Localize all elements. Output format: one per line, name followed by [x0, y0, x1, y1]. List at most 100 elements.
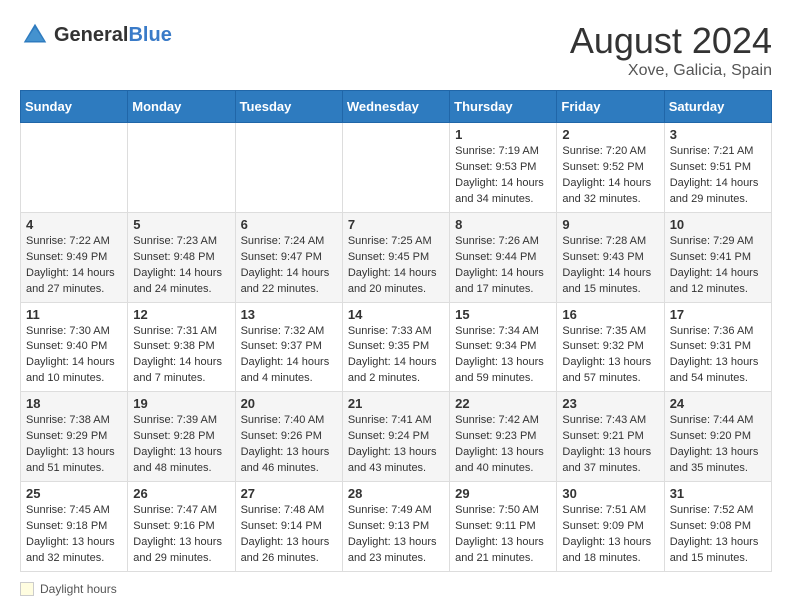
logo-general: General — [54, 24, 128, 46]
calendar-day-header: Thursday — [450, 91, 557, 123]
day-info: Sunrise: 7:52 AM Sunset: 9:08 PM Dayligh… — [670, 503, 766, 567]
day-number: 7 — [348, 217, 444, 232]
page-header: GeneralBlue August 2024 Xove, Galicia, S… — [20, 20, 772, 80]
day-info: Sunrise: 7:36 AM Sunset: 9:31 PM Dayligh… — [670, 324, 766, 388]
day-info: Sunrise: 7:35 AM Sunset: 9:32 PM Dayligh… — [562, 324, 658, 388]
calendar-day-cell: 4 Sunrise: 7:22 AM Sunset: 9:49 PM Daylig… — [21, 212, 128, 302]
day-info: Sunrise: 7:40 AM Sunset: 9:26 PM Dayligh… — [241, 413, 337, 477]
calendar-day-header: Tuesday — [235, 91, 342, 123]
calendar-day-cell: 19 Sunrise: 7:39 AM Sunset: 9:28 PM Dayli… — [128, 392, 235, 482]
calendar-day-header: Monday — [128, 91, 235, 123]
day-number: 11 — [26, 307, 122, 322]
day-number: 9 — [562, 217, 658, 232]
calendar-day-cell: 25 Sunrise: 7:45 AM Sunset: 9:18 PM Dayli… — [21, 482, 128, 572]
calendar-week-row: 11 Sunrise: 7:30 AM Sunset: 9:40 PM Dayli… — [21, 302, 772, 392]
day-number: 25 — [26, 486, 122, 501]
day-number: 10 — [670, 217, 766, 232]
calendar-week-row: 25 Sunrise: 7:45 AM Sunset: 9:18 PM Dayli… — [21, 482, 772, 572]
calendar-day-cell: 8 Sunrise: 7:26 AM Sunset: 9:44 PM Daylig… — [450, 212, 557, 302]
calendar-day-cell: 22Sunrise: 7:42 AM Sunset: 9:23 PM Dayli… — [450, 392, 557, 482]
calendar-day-cell: 18 Sunrise: 7:38 AM Sunset: 9:29 PM Dayli… — [21, 392, 128, 482]
day-info: Sunrise: 7:44 AM Sunset: 9:20 PM Dayligh… — [670, 413, 766, 477]
day-info: Sunrise: 7:48 AM Sunset: 9:14 PM Dayligh… — [241, 503, 337, 567]
calendar-day-cell: 17 Sunrise: 7:36 AM Sunset: 9:31 PM Dayli… — [664, 302, 771, 392]
day-info: Sunrise: 7:33 AM Sunset: 9:35 PM Dayligh… — [348, 324, 444, 388]
calendar-table: SundayMondayTuesdayWednesdayThursdayFrid… — [20, 90, 772, 572]
calendar-day-cell: 26Sunrise: 7:47 AM Sunset: 9:16 PM Dayli… — [128, 482, 235, 572]
calendar-day-cell: 3 Sunrise: 7:21 AM Sunset: 9:51 PM Daylig… — [664, 123, 771, 213]
calendar-day-cell: 10 Sunrise: 7:29 AM Sunset: 9:41 PM Dayli… — [664, 212, 771, 302]
day-number: 4 — [26, 217, 122, 232]
calendar-day-header: Wednesday — [342, 91, 449, 123]
day-number: 3 — [670, 127, 766, 142]
calendar-header-row: SundayMondayTuesdayWednesdayThursdayFrid… — [21, 91, 772, 123]
day-number: 17 — [670, 307, 766, 322]
calendar-day-cell: 23Sunrise: 7:43 AM Sunset: 9:21 PM Dayli… — [557, 392, 664, 482]
day-info: Sunrise: 7:29 AM Sunset: 9:41 PM Dayligh… — [670, 234, 766, 298]
calendar-day-cell: 7 Sunrise: 7:25 AM Sunset: 9:45 PM Daylig… — [342, 212, 449, 302]
logo-text: GeneralBlue — [54, 24, 172, 47]
day-number: 14 — [348, 307, 444, 322]
day-number: 1 — [455, 127, 551, 142]
calendar-day-cell: 13 Sunrise: 7:32 AM Sunset: 9:37 PM Dayli… — [235, 302, 342, 392]
title-block: August 2024 Xove, Galicia, Spain — [570, 20, 772, 80]
day-info: Sunrise: 7:39 AM Sunset: 9:28 PM Dayligh… — [133, 413, 229, 477]
day-info: Sunrise: 7:19 AM Sunset: 9:53 PM Dayligh… — [455, 144, 551, 208]
day-info: Sunrise: 7:31 AM Sunset: 9:38 PM Dayligh… — [133, 324, 229, 388]
day-number: 18 — [26, 396, 122, 411]
legend-label: Daylight hours — [40, 582, 117, 596]
calendar-day-cell: 12 Sunrise: 7:31 AM Sunset: 9:38 PM Dayli… — [128, 302, 235, 392]
calendar-day-cell: 29 Sunrise: 7:50 AM Sunset: 9:11 PM Dayli… — [450, 482, 557, 572]
day-info: Sunrise: 7:23 AM Sunset: 9:48 PM Dayligh… — [133, 234, 229, 298]
day-number: 24 — [670, 396, 766, 411]
day-info: Sunrise: 7:22 AM Sunset: 9:49 PM Dayligh… — [26, 234, 122, 298]
calendar-day-header: Saturday — [664, 91, 771, 123]
day-info: Sunrise: 7:30 AM Sunset: 9:40 PM Dayligh… — [26, 324, 122, 388]
day-number: 28 — [348, 486, 444, 501]
day-number: 23 — [562, 396, 658, 411]
logo: GeneralBlue — [20, 20, 172, 50]
day-number: 12 — [133, 307, 229, 322]
calendar-week-row: 1 Sunrise: 7:19 AM Sunset: 9:53 PM Daylig… — [21, 123, 772, 213]
calendar-day-cell: 24 Sunrise: 7:44 AM Sunset: 9:20 PM Dayli… — [664, 392, 771, 482]
calendar-day-cell: 30Sunrise: 7:51 AM Sunset: 9:09 PM Dayli… — [557, 482, 664, 572]
logo-icon — [20, 20, 50, 50]
day-number: 6 — [241, 217, 337, 232]
calendar-day-cell: 28 Sunrise: 7:49 AM Sunset: 9:13 PM Dayli… — [342, 482, 449, 572]
day-number: 20 — [241, 396, 337, 411]
day-info: Sunrise: 7:28 AM Sunset: 9:43 PM Dayligh… — [562, 234, 658, 298]
calendar-week-row: 18 Sunrise: 7:38 AM Sunset: 9:29 PM Dayli… — [21, 392, 772, 482]
location-subtitle: Xove, Galicia, Spain — [570, 62, 772, 80]
calendar-day-cell: 21Sunrise: 7:41 AM Sunset: 9:24 PM Dayli… — [342, 392, 449, 482]
day-number: 15 — [455, 307, 551, 322]
day-number: 16 — [562, 307, 658, 322]
day-number: 29 — [455, 486, 551, 501]
day-info: Sunrise: 7:25 AM Sunset: 9:45 PM Dayligh… — [348, 234, 444, 298]
day-number: 19 — [133, 396, 229, 411]
day-number: 21 — [348, 396, 444, 411]
day-info: Sunrise: 7:24 AM Sunset: 9:47 PM Dayligh… — [241, 234, 337, 298]
calendar-day-header: Friday — [557, 91, 664, 123]
calendar-day-cell — [21, 123, 128, 213]
day-number: 27 — [241, 486, 337, 501]
day-number: 26 — [133, 486, 229, 501]
day-info: Sunrise: 7:26 AM Sunset: 9:44 PM Dayligh… — [455, 234, 551, 298]
calendar-day-cell: 15 Sunrise: 7:34 AM Sunset: 9:34 PM Dayli… — [450, 302, 557, 392]
legend: Daylight hours — [20, 582, 772, 596]
day-number: 8 — [455, 217, 551, 232]
calendar-day-cell: 2Sunrise: 7:20 AM Sunset: 9:52 PM Daylig… — [557, 123, 664, 213]
day-info: Sunrise: 7:38 AM Sunset: 9:29 PM Dayligh… — [26, 413, 122, 477]
calendar-day-cell — [235, 123, 342, 213]
logo-blue: Blue — [128, 24, 171, 46]
day-info: Sunrise: 7:32 AM Sunset: 9:37 PM Dayligh… — [241, 324, 337, 388]
calendar-day-cell: 31 Sunrise: 7:52 AM Sunset: 9:08 PM Dayli… — [664, 482, 771, 572]
day-info: Sunrise: 7:50 AM Sunset: 9:11 PM Dayligh… — [455, 503, 551, 567]
day-info: Sunrise: 7:34 AM Sunset: 9:34 PM Dayligh… — [455, 324, 551, 388]
day-info: Sunrise: 7:45 AM Sunset: 9:18 PM Dayligh… — [26, 503, 122, 567]
calendar-day-cell: 9 Sunrise: 7:28 AM Sunset: 9:43 PM Daylig… — [557, 212, 664, 302]
day-info: Sunrise: 7:49 AM Sunset: 9:13 PM Dayligh… — [348, 503, 444, 567]
day-info: Sunrise: 7:21 AM Sunset: 9:51 PM Dayligh… — [670, 144, 766, 208]
day-number: 31 — [670, 486, 766, 501]
day-number: 13 — [241, 307, 337, 322]
calendar-day-cell: 14 Sunrise: 7:33 AM Sunset: 9:35 PM Dayli… — [342, 302, 449, 392]
